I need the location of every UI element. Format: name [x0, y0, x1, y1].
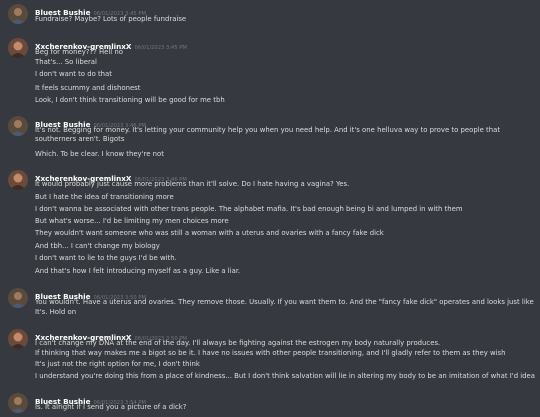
- message-line: It's. Hold on: [35, 308, 77, 316]
- message-line: I can't change my DNA at the end of the …: [35, 339, 441, 347]
- avatar[interactable]: [8, 393, 28, 413]
- avatar[interactable]: [8, 170, 28, 190]
- message-line: Beg for money??? Hell no: [35, 48, 123, 56]
- message-line: But I hate the idea of transitioning mor…: [35, 193, 174, 201]
- message-line: And that's how I felt introducing myself…: [35, 267, 241, 275]
- message-line: Is. It alright if I send you a picture o…: [35, 403, 187, 411]
- avatar[interactable]: [8, 116, 28, 136]
- message-line: But what's worse... I'd be limiting my m…: [35, 217, 229, 225]
- message-line: And tbh... I can't change my biology: [35, 242, 160, 250]
- message-line: Fundraise? Maybe? Lots of people fundrai…: [35, 15, 187, 23]
- avatar[interactable]: [8, 4, 28, 24]
- message-line: That's... So liberal: [35, 58, 97, 66]
- message-line: They wouldn't want someone who was still…: [35, 229, 384, 237]
- message-line: If thinking that way makes me a bigot so…: [35, 349, 506, 357]
- avatar[interactable]: [8, 288, 28, 308]
- message-line: Which. To be clear. I know they're not: [35, 150, 164, 158]
- message-line: I don't want to lie to the guys I'd be w…: [35, 254, 177, 262]
- message-line: It would probably just cause more proble…: [35, 180, 350, 188]
- message-line: I don't want to do that: [35, 70, 112, 78]
- message-line: Look, I don't think transitioning will b…: [35, 96, 225, 104]
- avatar[interactable]: [8, 38, 28, 58]
- avatar[interactable]: [8, 329, 28, 349]
- message-line: I don't wanna be associated with other t…: [35, 205, 463, 213]
- message-line: It's just not the right option for me, I…: [35, 360, 200, 368]
- chat-log: Bluest Bushie 06/01/2023 3:45 PM Fundrais…: [0, 0, 540, 417]
- message-line: It's not. Begging for money. It's lettin…: [35, 126, 501, 143]
- message-line: You wouldn't. Have a uterus and ovaries.…: [35, 298, 535, 306]
- message-line: It feels scummy and dishonest: [35, 84, 141, 92]
- message-line: I understand you're doing this from a pl…: [35, 372, 535, 380]
